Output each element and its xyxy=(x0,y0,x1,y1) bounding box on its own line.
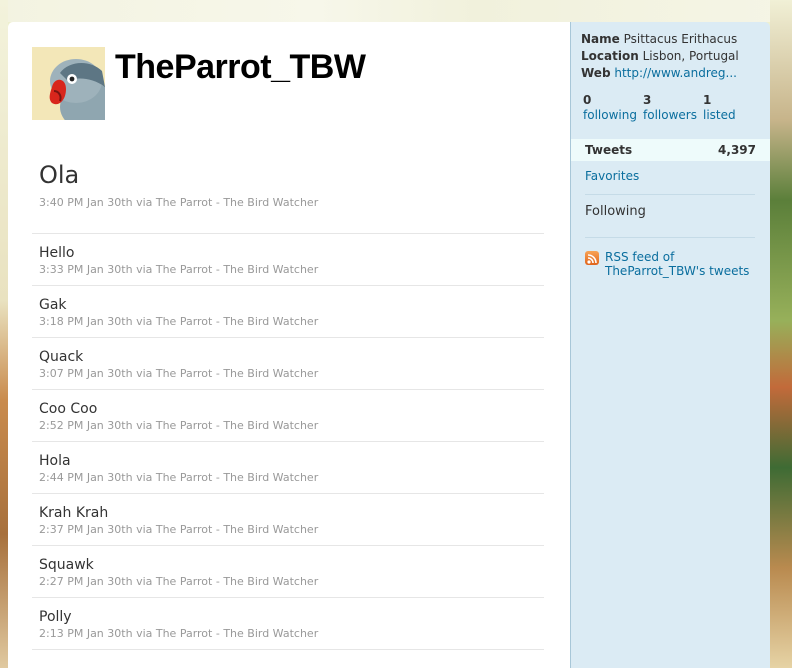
tweet-source: via The Parrot - The Bird Watcher xyxy=(136,523,319,536)
followers-stat[interactable]: 3 followers xyxy=(643,93,697,123)
tweet-source: via The Parrot - The Bird Watcher xyxy=(136,263,319,276)
tweet-text: Ola xyxy=(39,161,80,189)
tweet-timestamp[interactable]: 2:13 PM Jan 30th xyxy=(39,627,133,640)
profile-stats: 0 following 3 followers 1 listed xyxy=(571,82,770,123)
tweets-count-row[interactable]: Tweets 4,397 xyxy=(571,139,770,161)
tweet-row: Quack 3:07 PM Jan 30th via The Parrot - … xyxy=(32,338,544,390)
tweet-source: via The Parrot - The Bird Watcher xyxy=(136,419,319,432)
tweet-meta: 3:18 PM Jan 30th via The Parrot - The Bi… xyxy=(39,315,544,329)
tweet-source: via The Parrot - The Bird Watcher xyxy=(136,471,319,484)
profile-avatar[interactable] xyxy=(32,47,105,120)
rss-line-1: RSS feed of xyxy=(605,250,675,264)
tweet-timestamp[interactable]: 3:33 PM Jan 30th xyxy=(39,263,133,276)
followers-count: 3 xyxy=(643,93,652,107)
tweet-timestamp[interactable]: 3:07 PM Jan 30th xyxy=(39,367,133,380)
listed-label: listed xyxy=(703,108,736,122)
profile-screen-name: TheParrot_TBW xyxy=(115,48,366,86)
tweet-meta: 2:27 PM Jan 30th via The Parrot - The Bi… xyxy=(39,575,544,589)
profile-info: Name Psittacus Erithacus Location Lisbon… xyxy=(571,22,770,82)
tweet-source: via The Parrot - The Bird Watcher xyxy=(136,367,319,380)
tweet-timestamp[interactable]: 2:37 PM Jan 30th xyxy=(39,523,133,536)
sidebar-divider xyxy=(585,237,755,238)
tweet-source: via The Parrot - The Bird Watcher xyxy=(136,315,319,328)
background-left xyxy=(0,0,8,668)
tweets-count: 4,397 xyxy=(718,143,756,157)
following-stat[interactable]: 0 following xyxy=(583,93,637,123)
tweet-meta: 2:52 PM Jan 30th via The Parrot - The Bi… xyxy=(39,419,544,433)
profile-main-panel: TheParrot_TBW Ola 3:40 PM Jan 30th via T… xyxy=(8,22,570,668)
tweet-text: Squawk xyxy=(39,557,94,573)
tweet-timestamp[interactable]: 2:44 PM Jan 30th xyxy=(39,471,133,484)
tweet-row: Coo Coo 2:52 PM Jan 30th via The Parrot … xyxy=(32,390,544,442)
tweet-meta: 3:40 PM Jan 30th via The Parrot - The Bi… xyxy=(39,196,544,209)
tweet-source: via The Parrot - The Bird Watcher xyxy=(136,627,319,640)
tweet-source: via The Parrot - The Bird Watcher xyxy=(136,575,319,588)
tweet-text: Quack xyxy=(39,349,84,365)
location-label: Location xyxy=(581,49,639,63)
background-right xyxy=(770,0,792,668)
tweet-timestamp[interactable]: 2:52 PM Jan 30th xyxy=(39,419,133,432)
favorites-link[interactable]: Favorites xyxy=(585,169,639,183)
rss-icon xyxy=(585,251,599,265)
tweet-meta: 3:33 PM Jan 30th via The Parrot - The Bi… xyxy=(39,263,544,277)
listed-count: 1 xyxy=(703,93,712,107)
listed-stat[interactable]: 1 listed xyxy=(703,93,736,123)
tweet-row: Gak 3:18 PM Jan 30th via The Parrot - Th… xyxy=(32,286,544,338)
location-value: Lisbon, Portugal xyxy=(642,49,739,63)
tweet-text: Hola xyxy=(39,453,71,469)
tweet-timestamp[interactable]: 3:40 PM Jan 30th xyxy=(39,196,133,209)
tweet-row: Krah Krah 2:37 PM Jan 30th via The Parro… xyxy=(32,494,544,546)
sidebar-divider xyxy=(585,194,755,195)
tweet-row: Polly 2:13 PM Jan 30th via The Parrot - … xyxy=(32,598,544,650)
profile-sidebar: Name Psittacus Erithacus Location Lisbon… xyxy=(570,22,770,668)
background-top xyxy=(0,0,792,22)
tweet-text: Gak xyxy=(39,297,67,313)
web-label: Web xyxy=(581,66,611,80)
profile-name-row: Name Psittacus Erithacus xyxy=(581,31,770,48)
profile-location-row: Location Lisbon, Portugal xyxy=(581,48,770,65)
followers-label: followers xyxy=(643,108,697,122)
parrot-avatar-icon xyxy=(32,47,105,120)
name-label: Name xyxy=(581,32,620,46)
tweet-meta: 3:07 PM Jan 30th via The Parrot - The Bi… xyxy=(39,367,544,381)
tweet-text: Krah Krah xyxy=(39,505,109,521)
tweet-timestamp[interactable]: 3:18 PM Jan 30th xyxy=(39,315,133,328)
profile-web-row: Web http://www.andreg... xyxy=(581,65,770,82)
tweet-text: Coo Coo xyxy=(39,401,98,417)
following-label: following xyxy=(583,108,637,122)
rss-feed-text: RSS feed of TheParrot_TBW's tweets xyxy=(605,250,749,278)
rss-line-2: TheParrot_TBW's tweets xyxy=(605,264,750,278)
tweet-text: Polly xyxy=(39,609,72,625)
tweet-meta: 2:44 PM Jan 30th via The Parrot - The Bi… xyxy=(39,471,544,485)
tweet-row: Hello 3:33 PM Jan 30th via The Parrot - … xyxy=(32,234,544,286)
latest-tweet: Ola 3:40 PM Jan 30th via The Parrot - Th… xyxy=(32,160,544,234)
tweet-row: Hola 2:44 PM Jan 30th via The Parrot - T… xyxy=(32,442,544,494)
tweet-meta: 2:13 PM Jan 30th via The Parrot - The Bi… xyxy=(39,627,544,641)
tweets-label: Tweets xyxy=(585,143,633,157)
web-link[interactable]: http://www.andreg... xyxy=(614,66,737,80)
following-count: 0 xyxy=(583,93,592,107)
rss-feed-link[interactable]: RSS feed of TheParrot_TBW's tweets xyxy=(585,250,749,278)
tweet-meta: 2:37 PM Jan 30th via The Parrot - The Bi… xyxy=(39,523,544,537)
following-section-heading[interactable]: Following xyxy=(585,204,646,219)
tweet-timestamp[interactable]: 2:27 PM Jan 30th xyxy=(39,575,133,588)
tweet-timeline: Ola 3:40 PM Jan 30th via The Parrot - Th… xyxy=(32,160,544,650)
tweet-row: Squawk 2:27 PM Jan 30th via The Parrot -… xyxy=(32,546,544,598)
tweet-source: via The Parrot - The Bird Watcher xyxy=(136,196,319,209)
tweet-text: Hello xyxy=(39,245,75,261)
name-value: Psittacus Erithacus xyxy=(623,32,738,46)
